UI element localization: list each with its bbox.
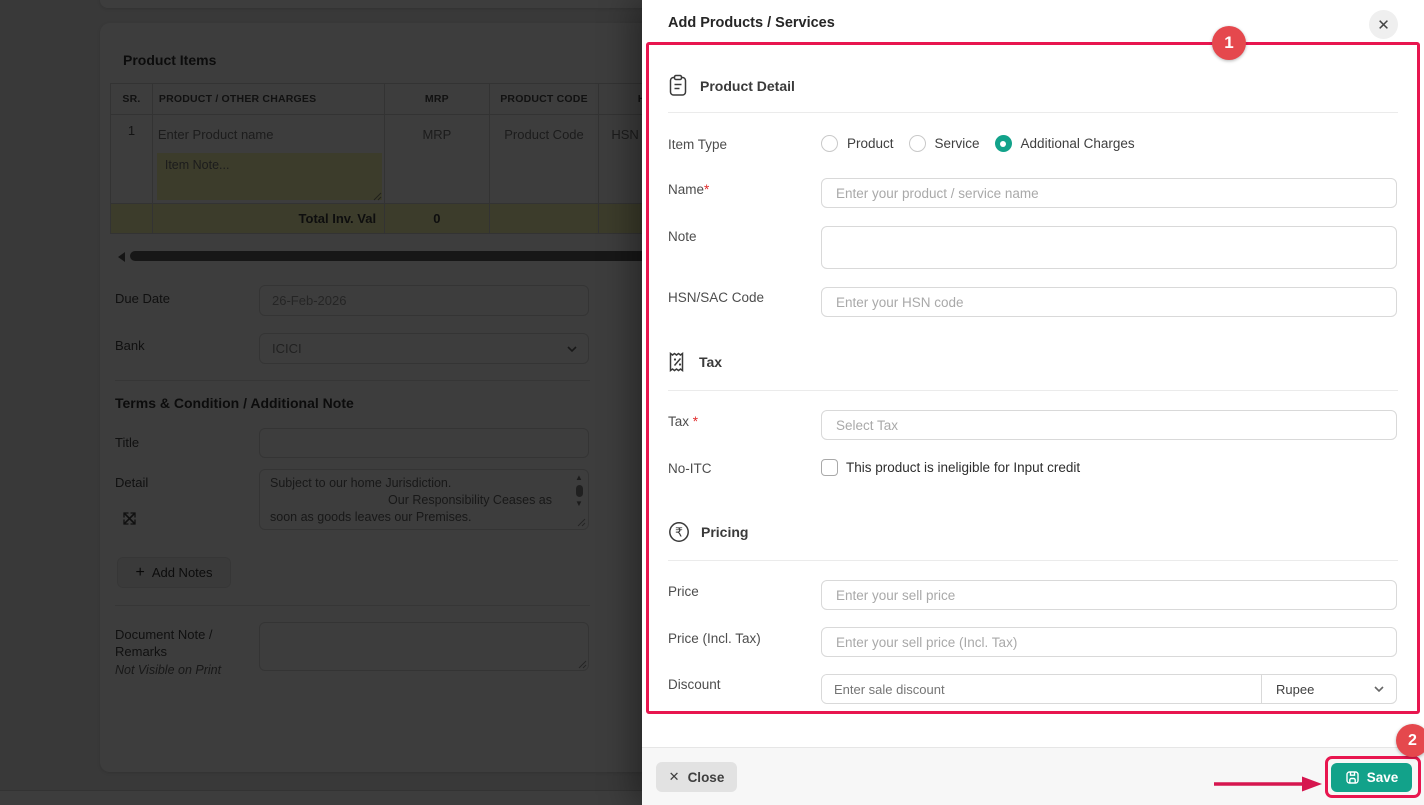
rupee-circle-icon: ₹ [669, 522, 689, 542]
ticket-percent-icon [669, 352, 684, 372]
discount-unit-select[interactable]: Rupee [1261, 675, 1396, 703]
radio-additional-charges[interactable]: Additional Charges [994, 135, 1135, 152]
discount-input[interactable] [822, 675, 1261, 703]
required-asterisk: * [704, 182, 710, 197]
pricing-section-header: ₹ Pricing [668, 521, 748, 543]
svg-text:₹: ₹ [675, 524, 683, 539]
close-icon: ✕ [668, 769, 680, 784]
modal-footer: ✕ Close Save [642, 747, 1424, 805]
note-textarea[interactable] [821, 226, 1397, 269]
section-title: Product Detail [700, 77, 795, 94]
discount-label: Discount [668, 677, 721, 692]
section-divider [668, 560, 1398, 561]
product-detail-section-header: Product Detail [668, 74, 795, 97]
price-incl-tax-input[interactable] [821, 627, 1397, 657]
name-label: Name* [668, 182, 710, 197]
tax-section-header: Tax [668, 351, 722, 373]
section-divider [668, 390, 1398, 391]
clipboard-icon [669, 74, 687, 96]
name-input[interactable] [821, 178, 1397, 208]
close-button[interactable]: ✕ Close [656, 762, 737, 792]
radio-icon[interactable] [821, 135, 838, 152]
chevron-down-icon [1374, 686, 1384, 693]
required-asterisk: * [692, 414, 699, 429]
close-icon: ✕ [1377, 16, 1390, 34]
note-label: Note [668, 229, 697, 244]
discount-unit-value: Rupee [1276, 681, 1315, 697]
price-label: Price [668, 584, 699, 599]
section-title: Pricing [701, 524, 749, 540]
no-itc-checkbox[interactable] [821, 459, 838, 476]
radio-product[interactable]: Product [821, 135, 894, 152]
section-title: Tax [699, 354, 723, 370]
modal-close-button[interactable]: ✕ [1369, 10, 1398, 39]
item-type-label: Item Type [668, 137, 728, 152]
annotation-step-badge-1: 1 [1212, 26, 1246, 60]
hsn-sac-input[interactable] [821, 287, 1397, 317]
no-itc-checkbox-label: This product is ineligible for Input cre… [846, 460, 1081, 475]
save-icon [1346, 771, 1359, 784]
annotation-step-badge-2: 2 [1396, 724, 1424, 757]
modal-title: Add Products / Services [668, 15, 835, 31]
hsn-sac-label: HSN/SAC Code [668, 290, 765, 305]
item-type-radio-group: Product Service Additional Charges [821, 135, 1135, 152]
save-button[interactable]: Save [1331, 763, 1412, 792]
radio-service[interactable]: Service [908, 135, 980, 152]
section-divider [668, 112, 1398, 113]
discount-input-group: Rupee [821, 674, 1397, 704]
tax-select[interactable] [821, 410, 1397, 440]
add-products-services-modal: Add Products / Services ✕ Product Detail… [642, 0, 1424, 805]
tax-label: Tax * [668, 414, 699, 429]
price-input[interactable] [821, 580, 1397, 610]
radio-icon[interactable] [908, 135, 926, 152]
price-incl-tax-label: Price (Incl. Tax) [668, 631, 761, 646]
no-itc-label: No-ITC [668, 461, 712, 476]
radio-checked-icon[interactable] [994, 135, 1012, 152]
